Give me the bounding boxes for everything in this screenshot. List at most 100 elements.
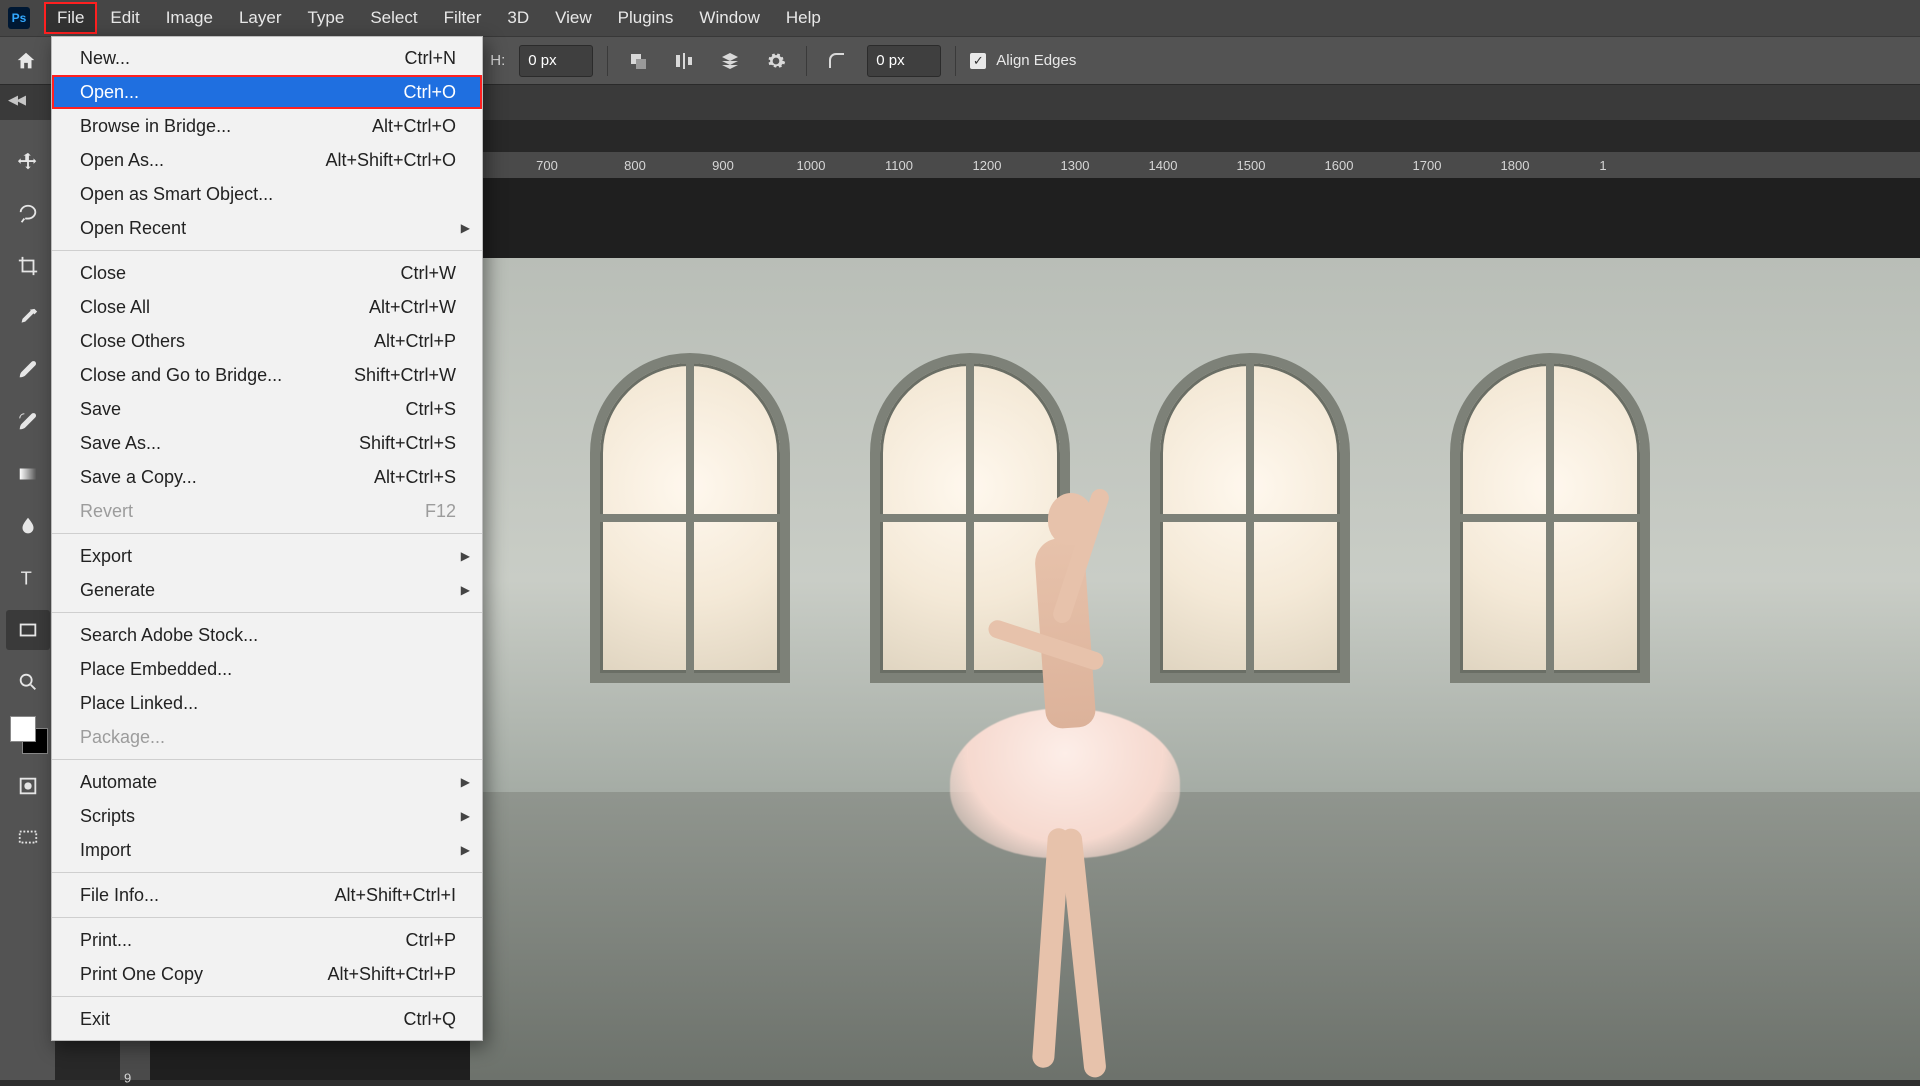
- ruler-tick: 1800: [1501, 158, 1530, 173]
- menu-item-label: Close: [80, 260, 126, 286]
- menu-item-label: File Info...: [80, 882, 159, 908]
- menu-filter[interactable]: Filter: [431, 2, 495, 34]
- gradient-tool[interactable]: [6, 454, 50, 494]
- menu-item-label: Place Linked...: [80, 690, 198, 716]
- magnifier-icon: [17, 671, 39, 693]
- path-arrangement-button[interactable]: [714, 45, 746, 77]
- height-input[interactable]: 0 px: [519, 45, 593, 77]
- ruler-tick: 1700: [1413, 158, 1442, 173]
- type-tool[interactable]: T: [6, 558, 50, 598]
- menu-bar: Ps FileEditImageLayerTypeSelectFilter3DV…: [0, 0, 1920, 36]
- menu-item-open-as-smart-object[interactable]: Open as Smart Object...: [52, 177, 482, 211]
- menu-separator: [52, 917, 482, 918]
- rectangle-tool[interactable]: [6, 610, 50, 650]
- menu-item-save-a-copy[interactable]: Save a Copy...Alt+Ctrl+S: [52, 460, 482, 494]
- smudge-tool[interactable]: [6, 506, 50, 546]
- menu-item-generate[interactable]: Generate: [52, 573, 482, 607]
- align-edges-checkbox[interactable]: ✓ Align Edges: [970, 52, 1076, 69]
- menu-item-label: Search Adobe Stock...: [80, 622, 258, 648]
- crop-icon: [17, 255, 39, 277]
- menu-item-shortcut: Ctrl+P: [405, 927, 456, 953]
- file-menu-dropdown: New...Ctrl+N Open... Ctrl+O Browse in Bridg…: [51, 36, 483, 1041]
- ruler-tick: 1500: [1237, 158, 1266, 173]
- type-icon: T: [17, 567, 39, 589]
- brush-tool[interactable]: [6, 350, 50, 390]
- quick-mask-tool[interactable]: [6, 766, 50, 806]
- menu-item-label: Open As...: [80, 147, 164, 173]
- studio-window: [1450, 353, 1650, 683]
- ruler-tick: 700: [536, 158, 558, 173]
- menu-item-export[interactable]: Export: [52, 539, 482, 573]
- move-tool[interactable]: [6, 142, 50, 182]
- menu-window[interactable]: Window: [686, 2, 772, 34]
- menu-item-exit[interactable]: ExitCtrl+Q: [52, 1002, 482, 1036]
- lasso-tool[interactable]: [6, 194, 50, 234]
- menu-item-open-recent[interactable]: Open Recent: [52, 211, 482, 245]
- svg-text:T: T: [20, 567, 31, 588]
- menu-item-place-linked[interactable]: Place Linked...: [52, 686, 482, 720]
- menu-item-label: Open...: [80, 79, 139, 105]
- menu-item-save-as[interactable]: Save As...Shift+Ctrl+S: [52, 426, 482, 460]
- eyedropper-icon: [17, 307, 39, 329]
- menu-item-file-info[interactable]: File Info...Alt+Shift+Ctrl+I: [52, 878, 482, 912]
- foreground-background-colors[interactable]: [6, 714, 50, 754]
- menu-item-shortcut: Shift+Ctrl+W: [354, 362, 456, 388]
- menu-view[interactable]: View: [542, 2, 605, 34]
- menu-item-close[interactable]: CloseCtrl+W: [52, 256, 482, 290]
- height-label: H:: [490, 52, 505, 69]
- menu-image[interactable]: Image: [153, 2, 226, 34]
- history-brush-tool[interactable]: [6, 402, 50, 442]
- menu-item-label: Place Embedded...: [80, 656, 232, 682]
- expand-panels-button[interactable]: ◀◀: [8, 92, 24, 108]
- menu-item-open[interactable]: Open... Ctrl+O: [52, 75, 482, 109]
- eyedropper-tool[interactable]: [6, 298, 50, 338]
- quickmask-icon: [17, 775, 39, 797]
- menu-item-package: Package...: [52, 720, 482, 754]
- ruler-tick: 1300: [1061, 158, 1090, 173]
- menu-help[interactable]: Help: [773, 2, 834, 34]
- menu-edit[interactable]: Edit: [97, 2, 152, 34]
- menu-item-print[interactable]: Print...Ctrl+P: [52, 923, 482, 957]
- menu-separator: [52, 872, 482, 873]
- menu-3d[interactable]: 3D: [494, 2, 542, 34]
- menu-item-search-adobe-stock[interactable]: Search Adobe Stock...: [52, 618, 482, 652]
- crop-tool[interactable]: [6, 246, 50, 286]
- path-combine-icon: [628, 51, 648, 71]
- menu-item-new[interactable]: New...Ctrl+N: [52, 41, 482, 75]
- foreground-color-swatch[interactable]: [10, 716, 36, 742]
- menu-layer[interactable]: Layer: [226, 2, 295, 34]
- ruler-tick: 1100: [885, 158, 913, 173]
- path-operations-button[interactable]: [622, 45, 654, 77]
- zoom-tool[interactable]: [6, 662, 50, 702]
- menu-item-open-as[interactable]: Open As...Alt+Shift+Ctrl+O: [52, 143, 482, 177]
- home-button[interactable]: [10, 45, 42, 77]
- menu-item-shortcut: F12: [425, 498, 456, 524]
- shape-options-button[interactable]: [760, 45, 792, 77]
- menu-item-shortcut: Ctrl+O: [403, 79, 456, 105]
- studio-window: [590, 353, 790, 683]
- menu-item-shortcut: Alt+Ctrl+P: [374, 328, 456, 354]
- path-alignment-button[interactable]: [668, 45, 700, 77]
- menu-file[interactable]: File: [44, 2, 97, 34]
- menu-item-close-and-go-to-bridge[interactable]: Close and Go to Bridge...Shift+Ctrl+W: [52, 358, 482, 392]
- menu-item-scripts[interactable]: Scripts: [52, 799, 482, 833]
- menu-item-print-one-copy[interactable]: Print One CopyAlt+Shift+Ctrl+P: [52, 957, 482, 991]
- menu-type[interactable]: Type: [294, 2, 357, 34]
- menu-item-close-others[interactable]: Close OthersAlt+Ctrl+P: [52, 324, 482, 358]
- menu-item-close-all[interactable]: Close AllAlt+Ctrl+W: [52, 290, 482, 324]
- menu-item-shortcut: Ctrl+N: [404, 45, 456, 71]
- corner-radius-input[interactable]: 0 px: [867, 45, 941, 77]
- menu-item-automate[interactable]: Automate: [52, 765, 482, 799]
- screen-mode-tool[interactable]: [6, 818, 50, 858]
- menu-item-label: Save: [80, 396, 121, 422]
- menu-select[interactable]: Select: [357, 2, 430, 34]
- ruler-tick: 1: [1599, 158, 1606, 173]
- ruler-tick: 1400: [1149, 158, 1178, 173]
- menu-item-browse-in-bridge[interactable]: Browse in Bridge...Alt+Ctrl+O: [52, 109, 482, 143]
- menu-item-import[interactable]: Import: [52, 833, 482, 867]
- menu-plugins[interactable]: Plugins: [605, 2, 687, 34]
- menu-item-place-embedded[interactable]: Place Embedded...: [52, 652, 482, 686]
- menu-item-save[interactable]: SaveCtrl+S: [52, 392, 482, 426]
- rectangle-icon: [17, 619, 39, 641]
- menu-item-label: Automate: [80, 769, 157, 795]
